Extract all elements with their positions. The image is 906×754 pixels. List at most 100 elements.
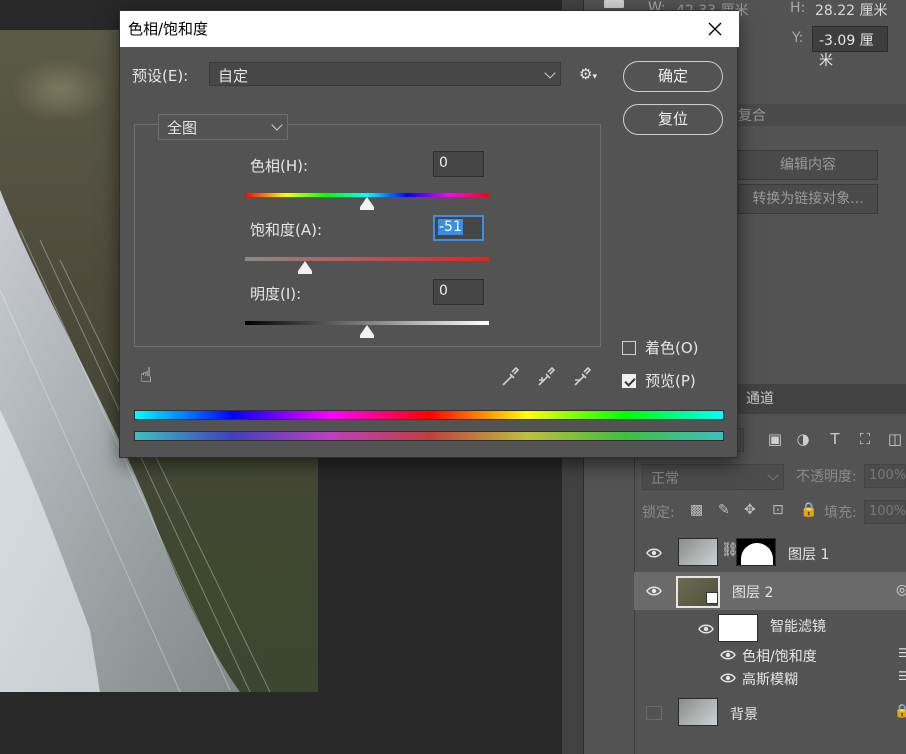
saturation-slider-track[interactable] <box>245 257 489 261</box>
lock-artboard-icon[interactable]: ⊡ <box>772 502 784 518</box>
layer-name: 背景 <box>730 707 758 723</box>
lock-paint-icon[interactable]: ✎ <box>718 502 730 518</box>
dialog-title: 色相/饱和度 <box>128 20 209 38</box>
lock-icon: 🔒 <box>894 704 906 719</box>
filter-options-icon[interactable]: ☰ <box>898 646 906 660</box>
convert-linked-label: 转换为链接对象... <box>752 191 864 207</box>
lightness-slider-thumb[interactable] <box>360 325 374 338</box>
hue-input[interactable]: 0 <box>433 151 484 177</box>
smart-filter-label: 智能滤镜 <box>770 619 826 635</box>
photoshop-workspace: W: 42.33 厘米 H: 28.22 厘米 Y: -3.09 厘米 复合 编… <box>0 0 906 754</box>
opacity-label: 不透明度: <box>796 469 857 485</box>
channel-value: 全图 <box>167 119 198 137</box>
targeted-adjustment-hand-icon[interactable]: ☝ <box>140 363 152 387</box>
chevron-down-icon <box>767 469 779 481</box>
mask-shape <box>741 543 773 565</box>
saturation-value: -51 <box>438 219 463 235</box>
filter-row-hue-saturation[interactable]: 色相/饱和度 ☰ <box>634 644 906 666</box>
preset-dropdown[interactable]: 自定 <box>209 62 561 86</box>
smart-object-filter-icon[interactable]: ◫ <box>886 430 904 448</box>
filter-mask-thumbnail[interactable] <box>718 614 758 642</box>
saturation-label: 饱和度(A): <box>250 221 323 239</box>
colorize-label: 着色(O) <box>645 339 699 357</box>
hue-saturation-dialog: 色相/饱和度 预设(E): 自定 ⚙▾ 确定 复位 全图 色相(H): 0 饱和… <box>119 10 739 458</box>
eyedropper-minus-icon[interactable] <box>572 366 594 388</box>
lock-transparent-icon[interactable]: ▩ <box>690 502 703 518</box>
fill-input[interactable]: 100% <box>864 500 906 524</box>
layer-row-background[interactable]: 背景 🔒 <box>634 694 906 732</box>
reset-button[interactable]: 复位 <box>623 104 723 135</box>
small-arrow-icon: ▾ <box>592 72 597 82</box>
image-filter-icon[interactable]: ▣ <box>766 430 784 448</box>
convert-linked-button[interactable]: 转换为链接对象... <box>738 184 878 214</box>
opacity-value: 100% <box>869 468 906 483</box>
layer-name: 图层 2 <box>732 585 774 601</box>
eyedropper-icon[interactable] <box>500 366 520 388</box>
eye-icon[interactable] <box>646 548 662 558</box>
preset-label: 预设(E): <box>132 67 189 85</box>
edit-contents-label: 编辑内容 <box>780 157 836 173</box>
smart-filter-indicator-icon: ◎ <box>896 582 906 598</box>
filter-options-icon[interactable]: ☰ <box>898 669 906 683</box>
text-filter-icon[interactable]: T <box>826 430 844 448</box>
adjustment-filter-icon[interactable]: ◑ <box>794 430 812 448</box>
eyedropper-plus-icon[interactable] <box>536 366 558 388</box>
preview-label: 预览(P) <box>645 372 696 390</box>
height-label: H: <box>790 0 806 16</box>
visibility-toggle-off[interactable] <box>646 706 662 720</box>
filter-name: 色相/饱和度 <box>742 649 817 665</box>
channel-dropdown[interactable]: 全图 <box>158 114 288 140</box>
lightness-input[interactable]: 0 <box>433 279 484 305</box>
saturation-slider-thumb[interactable] <box>297 261 312 274</box>
tab-channels[interactable]: 通道 <box>734 384 786 414</box>
fill-value: 100% <box>869 504 906 519</box>
smart-filter-row[interactable]: 智能滤镜 <box>634 610 906 646</box>
edit-contents-button[interactable]: 编辑内容 <box>738 150 878 180</box>
close-icon[interactable] <box>705 19 725 39</box>
blend-mode-select[interactable]: 正常 <box>642 464 784 490</box>
layer-thumbnail <box>678 538 718 566</box>
layer-name: 图层 1 <box>788 547 830 563</box>
lightness-value: 0 <box>439 283 448 299</box>
eye-icon[interactable] <box>646 586 662 596</box>
y-label: Y: <box>792 30 804 46</box>
eye-icon[interactable] <box>720 673 736 683</box>
hue-label: 色相(H): <box>250 157 309 175</box>
hue-slider-thumb[interactable] <box>360 197 374 210</box>
lock-label: 锁定: <box>642 505 675 521</box>
dock-icon[interactable] <box>604 0 624 8</box>
tab-channels-label: 通道 <box>746 391 774 407</box>
dialog-titlebar[interactable]: 色相/饱和度 <box>120 11 739 47</box>
height-value[interactable]: 28.22 厘米 <box>815 0 888 20</box>
reset-label: 复位 <box>657 110 688 128</box>
opacity-input[interactable]: 100% <box>864 464 906 488</box>
preset-value: 自定 <box>218 67 249 85</box>
section-label: 复合 <box>738 108 766 124</box>
y-input[interactable]: -3.09 厘米 <box>812 26 888 69</box>
chevron-down-icon <box>544 67 556 79</box>
fill-label: 填充: <box>824 505 857 521</box>
eye-icon[interactable] <box>698 624 714 634</box>
output-spectrum-bar <box>134 431 724 441</box>
layer-thumbnail <box>678 698 718 726</box>
saturation-input[interactable]: -51 <box>433 215 484 241</box>
lock-all-icon[interactable]: 🔒 <box>800 502 817 518</box>
lock-position-icon[interactable]: ✥ <box>744 502 756 518</box>
hue-value: 0 <box>439 155 448 171</box>
preview-checkbox[interactable] <box>622 374 636 388</box>
filter-name: 高斯模糊 <box>742 672 798 688</box>
smart-object-icon <box>706 592 718 604</box>
blend-mode-value: 正常 <box>651 471 679 487</box>
adjustment-group <box>134 124 601 347</box>
filter-row-gaussian-blur[interactable]: 高斯模糊 ☰ <box>634 667 906 689</box>
layer-row-1[interactable]: ⛓ 图层 1 <box>634 534 906 572</box>
layer-mask-thumbnail[interactable] <box>736 538 776 566</box>
shape-filter-icon[interactable]: ⛶ <box>856 430 874 448</box>
eye-icon[interactable] <box>720 650 736 660</box>
ok-button[interactable]: 确定 <box>623 61 723 92</box>
preset-options-gear-icon[interactable]: ⚙▾ <box>579 65 597 83</box>
layer-row-2[interactable]: 图层 2 ◎ <box>634 572 906 610</box>
colorize-checkbox[interactable] <box>622 341 636 355</box>
properties-section-header: 复合 <box>738 104 906 126</box>
chevron-down-icon <box>271 119 283 131</box>
